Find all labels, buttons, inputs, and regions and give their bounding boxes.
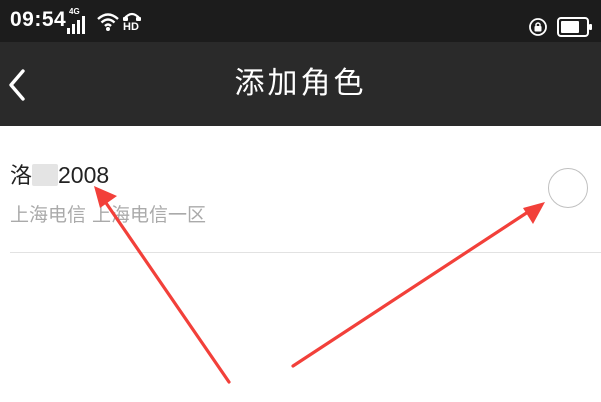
status-bar: 09:54 4G HD [0,0,601,42]
select-radio[interactable] [548,168,588,208]
role-name-prefix: 洛 [10,164,33,189]
hd-label: HD [123,21,139,33]
page-title: 添加角色 [234,66,367,101]
redacted-character [32,164,59,186]
nav-bar: 添加角色 [0,42,601,126]
status-time: 09:54 [10,8,67,31]
battery-icon [557,17,592,37]
role-name: 洛 2008 [10,158,109,190]
signal-icon [67,16,85,34]
wifi-icon [97,13,119,31]
list-divider [10,252,601,253]
role-name-suffix: 2008 [58,162,110,188]
rotation-lock-icon [529,18,547,36]
server-info: 上海电信 上海电信一区 [10,204,207,226]
role-list-item[interactable]: 洛 2008 上海电信 上海电信一区 [0,126,601,253]
